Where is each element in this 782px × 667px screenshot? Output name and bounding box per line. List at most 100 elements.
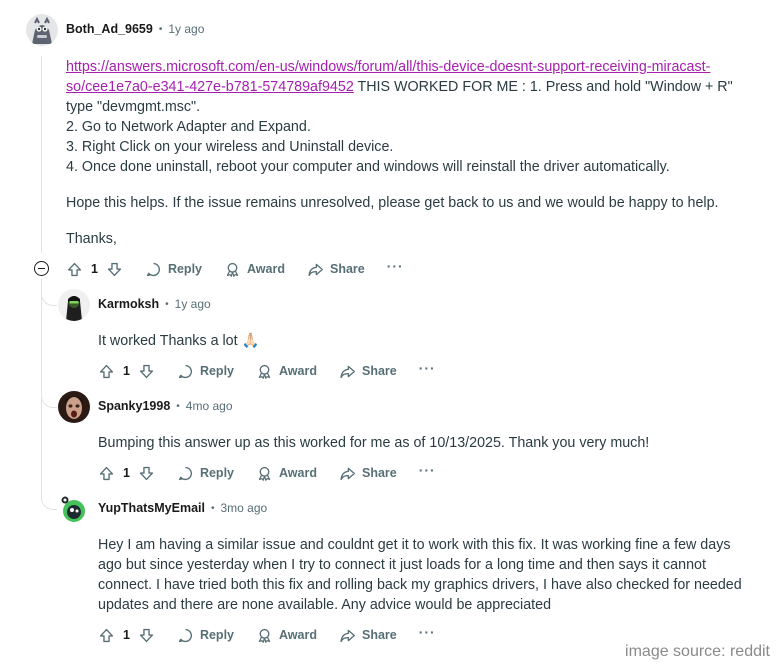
thread-connector (41, 392, 57, 408)
comment-text: THIS WORKED FOR ME : 1. Press and hold "… (353, 79, 733, 95)
upvote-icon[interactable] (98, 363, 115, 380)
award-label: Award (279, 628, 317, 642)
timestamp[interactable]: 1y ago (175, 297, 211, 311)
thread-connector (41, 290, 57, 306)
comment-body: Hey I am having a similar issue and coul… (98, 535, 750, 615)
share-label: Share (329, 262, 365, 276)
comment-text: Thanks, (66, 231, 117, 247)
award-button[interactable]: Award (224, 261, 285, 278)
more-options-button[interactable]: ··· (419, 624, 436, 640)
reply-label: Reply (167, 262, 202, 276)
reply-button[interactable]: Reply (177, 465, 234, 482)
upvote-icon[interactable] (98, 627, 115, 644)
share-button[interactable]: Share (339, 465, 397, 482)
comment-body: https://answers.microsoft.com/en-us/wind… (66, 57, 766, 249)
avatar[interactable] (58, 289, 90, 321)
more-options-button[interactable]: ··· (387, 258, 404, 274)
comment-text: 4. Once done uninstall, reboot your comp… (66, 159, 670, 175)
comment-text: 3. Right Click on your wireless and Unin… (66, 139, 394, 155)
comment-meta: Karmoksh • 1y ago (98, 297, 211, 311)
avatar[interactable] (26, 14, 58, 46)
comment-icon (178, 466, 192, 480)
reply-button[interactable]: Reply (145, 261, 202, 278)
author-name[interactable]: Spanky1998 (98, 399, 170, 413)
upvote-icon[interactable] (98, 465, 115, 482)
downvote-icon[interactable] (138, 363, 155, 380)
separator: • (210, 502, 215, 514)
award-button[interactable]: Award (256, 363, 317, 380)
award-icon (226, 262, 239, 277)
award-label: Award (279, 466, 317, 480)
timestamp[interactable]: 1y ago (168, 22, 204, 36)
thread-line-main (41, 56, 42, 253)
share-icon (340, 365, 355, 378)
comment-body: Bumping this answer up as this worked fo… (98, 433, 758, 453)
comment-text: It worked Thanks a lot 🙏🏻 (98, 333, 260, 349)
share-button[interactable]: Share (339, 627, 397, 644)
share-button[interactable]: Share (339, 363, 397, 380)
share-label: Share (361, 364, 397, 378)
separator: • (158, 23, 163, 35)
downvote-icon[interactable] (138, 465, 155, 482)
award-label: Award (279, 364, 317, 378)
reply-button[interactable]: Reply (177, 363, 234, 380)
share-icon (308, 263, 323, 276)
comment-text: Hope this helps. If the issue remains un… (66, 195, 719, 211)
comment-icon (146, 262, 160, 276)
comment-actions: 1 Reply Award Share ··· (98, 623, 436, 647)
share-icon (340, 629, 355, 642)
award-icon (258, 466, 271, 481)
share-button[interactable]: Share (307, 261, 365, 278)
vote-controls: 1 (98, 363, 155, 380)
award-icon (258, 628, 271, 643)
reply-button[interactable]: Reply (177, 627, 234, 644)
comment-body: It worked Thanks a lot 🙏🏻 (98, 331, 758, 351)
vote-controls: 1 (98, 627, 155, 644)
award-button[interactable]: Award (256, 627, 317, 644)
comment-actions: 1 Reply Award Share ··· (66, 257, 404, 281)
share-icon (340, 467, 355, 480)
avatar[interactable] (58, 391, 90, 423)
vote-count: 1 (91, 262, 98, 276)
share-label: Share (361, 466, 397, 480)
comment-actions: 1 Reply Award Share ··· (98, 461, 436, 485)
reply-label: Reply (199, 628, 234, 642)
award-button[interactable]: Award (256, 465, 317, 482)
comment-text: 2. Go to Network Adapter and Expand. (66, 119, 311, 135)
link-line-1: https://answers.microsoft.com/en-us/wind… (66, 59, 711, 75)
comment-actions: 1 Reply Award Share ··· (98, 359, 436, 383)
author-name[interactable]: YupThatsMyEmail (98, 501, 205, 515)
downvote-icon[interactable] (106, 261, 123, 278)
comment-text: Hey I am having a similar issue and coul… (98, 537, 742, 613)
collapse-thread-button[interactable] (34, 261, 49, 276)
upvote-icon[interactable] (66, 261, 83, 278)
vote-count: 1 (123, 466, 130, 480)
comment-text: type "devmgmt.msc". (66, 99, 201, 115)
award-icon (258, 364, 271, 379)
comment-icon (178, 364, 192, 378)
comment-icon (178, 628, 192, 642)
separator: • (176, 400, 180, 412)
thread-connector (41, 494, 57, 510)
author-name[interactable]: Karmoksh (98, 297, 159, 311)
timestamp[interactable]: 4mo ago (186, 399, 233, 413)
comment-meta: Both_Ad_9659 • 1y ago (66, 22, 204, 36)
author-name[interactable]: Both_Ad_9659 (66, 22, 153, 36)
vote-count: 1 (123, 628, 130, 642)
thread-line-replies (41, 279, 42, 497)
downvote-icon[interactable] (138, 627, 155, 644)
avatar[interactable] (58, 493, 90, 525)
timestamp[interactable]: 3mo ago (221, 501, 268, 515)
reply-label: Reply (199, 466, 234, 480)
more-options-button[interactable]: ··· (419, 360, 436, 376)
comment-meta: Spanky1998 • 4mo ago (98, 399, 233, 413)
vote-controls: 1 (66, 261, 123, 278)
image-source-watermark: image source: reddit (625, 643, 770, 660)
more-options-button[interactable]: ··· (419, 462, 436, 478)
link-line-2: so/cee1e7a0-e341-427e-b781-574789af9452 (66, 79, 354, 95)
award-label: Award (247, 262, 285, 276)
vote-controls: 1 (98, 465, 155, 482)
comment-text: Bumping this answer up as this worked fo… (98, 435, 650, 451)
separator: • (165, 298, 169, 310)
reply-label: Reply (199, 364, 234, 378)
